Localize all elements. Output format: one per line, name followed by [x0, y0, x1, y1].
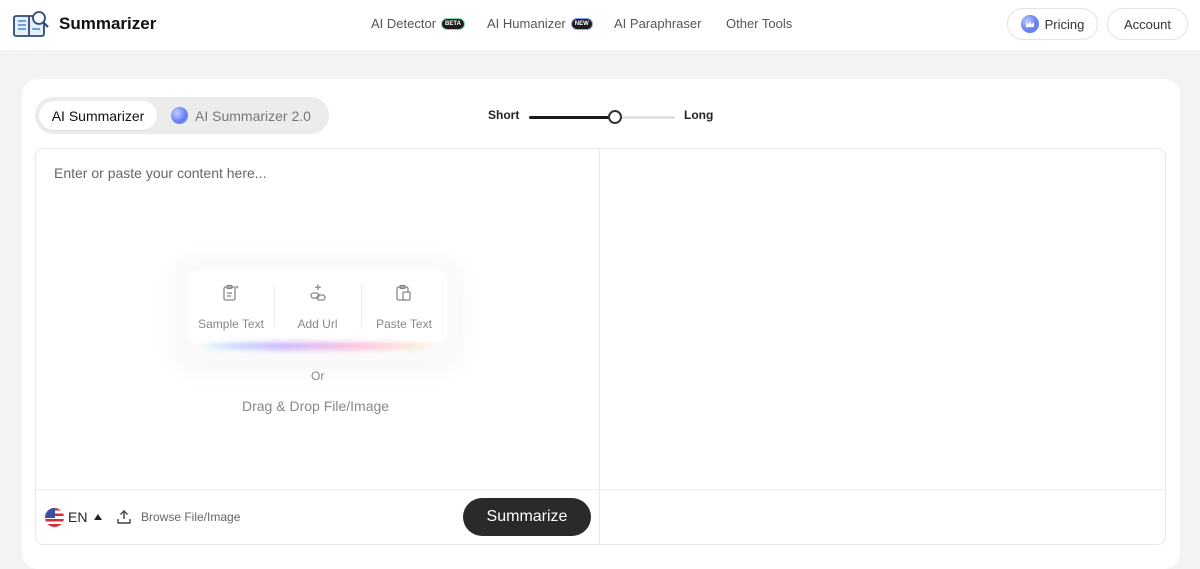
clipboard-sparkle-icon	[223, 284, 239, 301]
footer-divider	[36, 489, 1165, 490]
sparkle-orb-icon	[171, 107, 188, 124]
account-button[interactable]: Account	[1107, 8, 1188, 40]
tab-ai-summarizer[interactable]: AI Summarizer	[39, 101, 157, 130]
tab-ai-summarizer-2[interactable]: AI Summarizer 2.0	[171, 101, 311, 130]
account-label: Account	[1124, 16, 1171, 32]
language-label: EN	[68, 509, 88, 525]
logo-icon[interactable]	[12, 8, 50, 40]
upload-icon	[117, 510, 131, 524]
new-badge: NEW	[570, 17, 593, 30]
crown-icon	[1020, 15, 1039, 33]
us-flag-icon	[45, 507, 64, 527]
nav-ai-humanizer[interactable]: AI Humanizer NEW	[487, 16, 593, 31]
browse-file-button[interactable]: Browse File/Image	[116, 507, 240, 527]
paste-text-label: Paste Text	[376, 317, 432, 331]
action-separator	[274, 285, 275, 327]
nav-ai-detector[interactable]: AI Detector BETA	[371, 16, 465, 31]
language-selector[interactable]: EN	[45, 507, 103, 527]
beta-badge: BETA	[441, 17, 465, 30]
sample-text-button[interactable]: Sample Text	[195, 283, 267, 331]
nav-ai-humanizer-label: AI Humanizer	[487, 16, 566, 31]
caret-up-icon	[94, 514, 103, 520]
slider-min-label: Short	[488, 108, 520, 122]
nav-other-tools-label: Other Tools	[726, 16, 793, 31]
sample-text-label: Sample Text	[198, 317, 264, 331]
top-header: Summarizer AI Detector BETA AI Humanizer…	[0, 0, 1200, 50]
nav-ai-paraphraser-label: AI Paraphraser	[614, 16, 702, 31]
drag-drop-zone[interactable]: Drag & Drop File/Image	[242, 398, 389, 414]
length-slider[interactable]	[529, 110, 675, 124]
pricing-button[interactable]: Pricing	[1007, 8, 1098, 40]
brand-name[interactable]: Summarizer	[59, 14, 156, 34]
rainbow-glow	[205, 342, 433, 350]
pricing-label: Pricing	[1044, 16, 1085, 32]
or-separator: Or	[311, 369, 325, 383]
link-add-icon	[309, 284, 326, 301]
paste-icon	[396, 284, 411, 301]
action-separator	[361, 285, 362, 327]
nav-ai-detector-label: AI Detector	[371, 16, 437, 31]
slider-max-label: Long	[684, 108, 714, 122]
nav-ai-paraphraser[interactable]: AI Paraphraser	[614, 16, 701, 31]
summarize-button[interactable]: Summarize	[463, 498, 591, 536]
add-url-label: Add Url	[297, 317, 338, 331]
paste-text-button[interactable]: Paste Text	[372, 283, 436, 331]
slider-fill	[529, 116, 616, 119]
add-url-button[interactable]: Add Url	[290, 283, 345, 331]
browse-file-label: Browse File/Image	[141, 510, 241, 524]
content-input[interactable]: Enter or paste your content here...	[54, 165, 266, 181]
panel-divider	[599, 149, 600, 544]
nav-other-tools[interactable]: Other Tools	[726, 16, 792, 31]
tab-ai-summarizer-2-label: AI Summarizer 2.0	[195, 107, 311, 124]
